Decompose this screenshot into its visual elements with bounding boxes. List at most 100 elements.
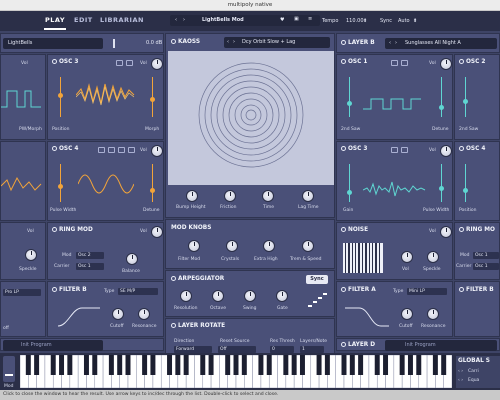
tab-edit[interactable]: EDIT [74,16,93,24]
right-osc1-detune-track[interactable] [441,77,442,117]
lag-time-knob[interactable] [302,190,314,202]
pulse-width-slider-track[interactable] [60,164,61,202]
sync-stepper-icon[interactable]: ⬍ [413,18,417,24]
friction-knob[interactable] [224,190,236,202]
sync-value[interactable]: Auto [398,18,410,24]
black-key[interactable] [316,355,322,375]
right-ring-mod-carrier-select[interactable]: Osc 1 [473,263,499,270]
pulse-width-slider-handle[interactable] [58,184,63,189]
ring-mod-carrier-select[interactable]: Osc 1 [76,263,104,270]
layer-b-chevron-right-icon[interactable]: › [395,40,397,46]
chevron-right-icon[interactable]: › [183,17,185,23]
global-item-2-arrows-icon[interactable]: ‹ › [458,378,463,383]
black-key[interactable] [25,355,31,375]
black-key[interactable] [83,355,89,375]
osc4-mode-icon[interactable] [98,147,105,153]
black-key[interactable] [383,355,389,375]
tab-play[interactable]: PLAY [45,16,65,24]
right-osc1-power-icon[interactable] [341,59,346,64]
right-osc3-vol-knob[interactable] [440,145,452,157]
black-key[interactable] [59,355,65,375]
preset-selector[interactable]: ‹ › LightBells Mod ♥ ▣ ≡ [170,15,320,26]
osc4-mode2-icon[interactable] [108,147,115,153]
black-key[interactable] [374,355,380,375]
kaoss-preset-selector[interactable]: ‹ › Dcy Orbit Slow + Lag [224,37,330,48]
black-key[interactable] [399,355,405,375]
right-osc4-power-icon[interactable] [459,146,464,151]
black-key[interactable] [258,355,264,375]
black-key[interactable] [208,355,214,375]
volume-slider-handle[interactable] [113,39,115,48]
ring-mod-vol-knob[interactable] [151,226,163,238]
arp-sync-button[interactable]: Sync [306,275,328,284]
position-slider-handle[interactable] [58,93,63,98]
kaoss-power-icon[interactable] [171,39,176,44]
right-ring-mod-mod-select[interactable]: Osc 1 [473,252,499,259]
right-osc3-pw-handle[interactable] [439,186,444,191]
right-filter-b-power-icon[interactable] [459,287,464,292]
crystals-knob[interactable] [226,240,238,252]
right-osc4-slider-handle[interactable] [463,188,468,193]
black-key[interactable] [125,355,131,375]
osc4-mode3-icon[interactable] [118,147,125,153]
black-key[interactable] [175,355,181,375]
black-key[interactable] [167,355,173,375]
speckle-knob[interactable] [25,249,37,261]
right-osc1-2ndsaw-handle[interactable] [347,101,352,106]
tempo-value[interactable]: 110.00 [346,18,364,24]
left-filter-type-select[interactable]: Pro LP [3,289,41,296]
tab-librarian[interactable]: LIBRARIAN [100,16,144,24]
black-key[interactable] [241,355,247,375]
layer-c-preset[interactable]: Init Program [3,340,103,351]
swing-knob[interactable] [244,290,256,302]
ring-mod-power-icon[interactable] [52,227,57,232]
filter-b-resonance-knob[interactable] [138,308,150,320]
black-key[interactable] [407,355,413,375]
layer-rotate-power-icon[interactable] [171,323,176,328]
right-osc1-mode-icon[interactable] [391,60,398,66]
filter-b-cutoff-knob[interactable] [112,308,124,320]
right-osc2-power-icon[interactable] [459,59,464,64]
filter-a-cutoff-knob[interactable] [401,308,413,320]
right-osc3-mode-icon[interactable] [391,147,398,153]
filter-a-resonance-knob[interactable] [427,308,439,320]
black-key[interactable] [324,355,330,375]
bump-height-knob[interactable] [186,190,198,202]
right-osc2-slider-track[interactable] [465,77,466,117]
res-thresh-field[interactable]: 0 [270,346,294,353]
gate-knob[interactable] [276,290,288,302]
morph-slider-handle[interactable] [150,97,155,102]
extra-high-knob[interactable] [263,240,275,252]
layer-b-chevron-left-icon[interactable]: ‹ [389,40,391,46]
osc3-mode-icon[interactable] [116,60,123,66]
ring-mod-mod-select[interactable]: Osc 2 [76,252,104,259]
piano-keys[interactable] [20,355,452,388]
kaoss-chevron-left-icon[interactable]: ‹ [227,39,229,45]
black-key[interactable] [67,355,73,375]
octave-knob[interactable] [212,290,224,302]
right-osc4-slider-track[interactable] [465,164,466,202]
noise-vol2-knob[interactable] [401,251,413,263]
black-key[interactable] [34,355,40,375]
black-key[interactable] [291,355,297,375]
black-key[interactable] [432,355,438,375]
kaoss-pad[interactable] [168,51,334,185]
right-ring-mod-power-icon[interactable] [459,227,464,232]
osc3-power-icon[interactable] [52,59,57,64]
arpeggiator-power-icon[interactable] [171,276,176,281]
right-osc1-detune-handle[interactable] [439,105,444,110]
layer-b-preset-selector[interactable]: ‹ › Sunglasses All Night A [385,38,497,49]
black-key[interactable] [142,355,148,375]
save-icon[interactable]: ▣ [294,16,299,22]
detune-slider-track[interactable] [152,164,153,202]
osc4-mode4-icon[interactable] [128,147,135,153]
layer-b-power-icon[interactable] [341,40,346,45]
right-osc1-mode2-icon[interactable] [401,60,408,66]
right-osc2-slider-handle[interactable] [463,99,468,104]
chevron-left-icon[interactable]: ‹ [175,17,177,23]
right-osc3-gain-handle[interactable] [347,190,352,195]
direction-select[interactable]: Forward [174,346,212,353]
global-item-carrier[interactable]: Carri [468,369,479,374]
right-osc3-power-icon[interactable] [341,146,346,151]
right-osc3-pw-track[interactable] [441,164,442,202]
